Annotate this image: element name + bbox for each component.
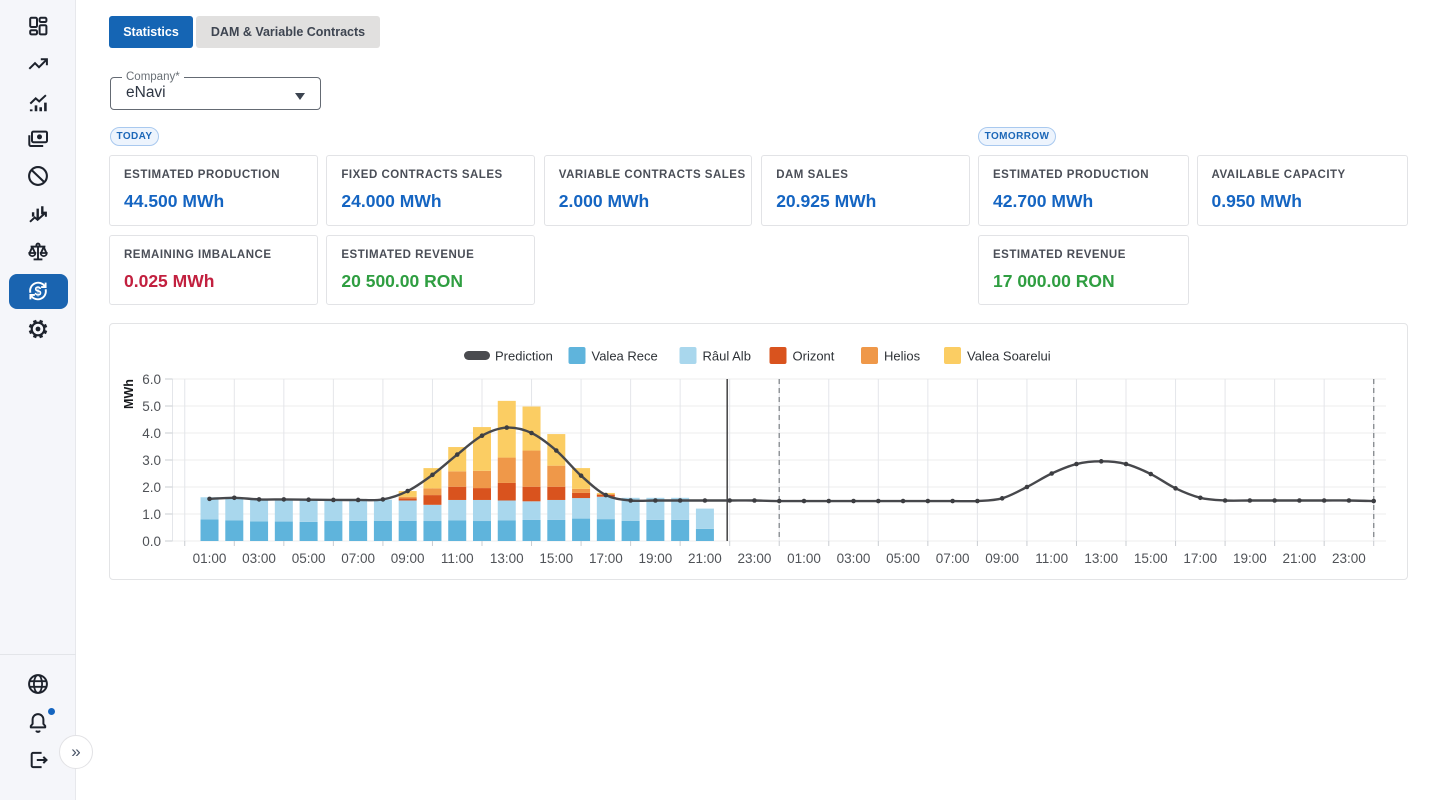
svg-text:3.0: 3.0 (142, 453, 161, 468)
svg-text:13:00: 13:00 (1084, 551, 1118, 566)
svg-text:09:00: 09:00 (391, 551, 425, 566)
svg-text:11:00: 11:00 (441, 551, 474, 566)
svg-text:15:00: 15:00 (539, 551, 573, 566)
svg-text:21:00: 21:00 (1283, 551, 1317, 566)
svg-text:23:00: 23:00 (1332, 551, 1366, 566)
svg-text:Valea Soarelui: Valea Soarelui (967, 349, 1051, 364)
svg-text:05:00: 05:00 (292, 551, 326, 566)
svg-text:0.0: 0.0 (142, 534, 161, 549)
svg-text:11:00: 11:00 (1035, 551, 1068, 566)
svg-text:05:00: 05:00 (886, 551, 920, 566)
svg-text:5.0: 5.0 (142, 399, 161, 414)
svg-text:MWh: MWh (122, 379, 136, 409)
svg-text:23:00: 23:00 (738, 551, 772, 566)
svg-text:01:00: 01:00 (787, 551, 821, 566)
svg-text:Prediction: Prediction (495, 349, 553, 364)
svg-text:19:00: 19:00 (1233, 551, 1267, 566)
svg-text:17:00: 17:00 (1183, 551, 1217, 566)
svg-text:2.0: 2.0 (142, 480, 161, 495)
svg-text:01:00: 01:00 (193, 551, 227, 566)
svg-text:09:00: 09:00 (985, 551, 1019, 566)
svg-text:19:00: 19:00 (638, 551, 672, 566)
svg-text:13:00: 13:00 (490, 551, 524, 566)
svg-text:03:00: 03:00 (837, 551, 871, 566)
svg-text:Râul Alb: Râul Alb (703, 349, 751, 364)
svg-text:03:00: 03:00 (242, 551, 276, 566)
svg-text:$: $ (35, 284, 42, 298)
svg-text:07:00: 07:00 (936, 551, 970, 566)
svg-text:07:00: 07:00 (341, 551, 375, 566)
svg-text:Orizont: Orizont (793, 349, 835, 364)
svg-text:Valea Rece: Valea Rece (592, 349, 658, 364)
svg-text:6.0: 6.0 (142, 372, 161, 387)
svg-text:Helios: Helios (884, 349, 921, 364)
svg-text:15:00: 15:00 (1134, 551, 1168, 566)
svg-text:17:00: 17:00 (589, 551, 623, 566)
svg-text:4.0: 4.0 (142, 426, 161, 441)
svg-text:21:00: 21:00 (688, 551, 722, 566)
svg-text:1.0: 1.0 (142, 507, 161, 522)
